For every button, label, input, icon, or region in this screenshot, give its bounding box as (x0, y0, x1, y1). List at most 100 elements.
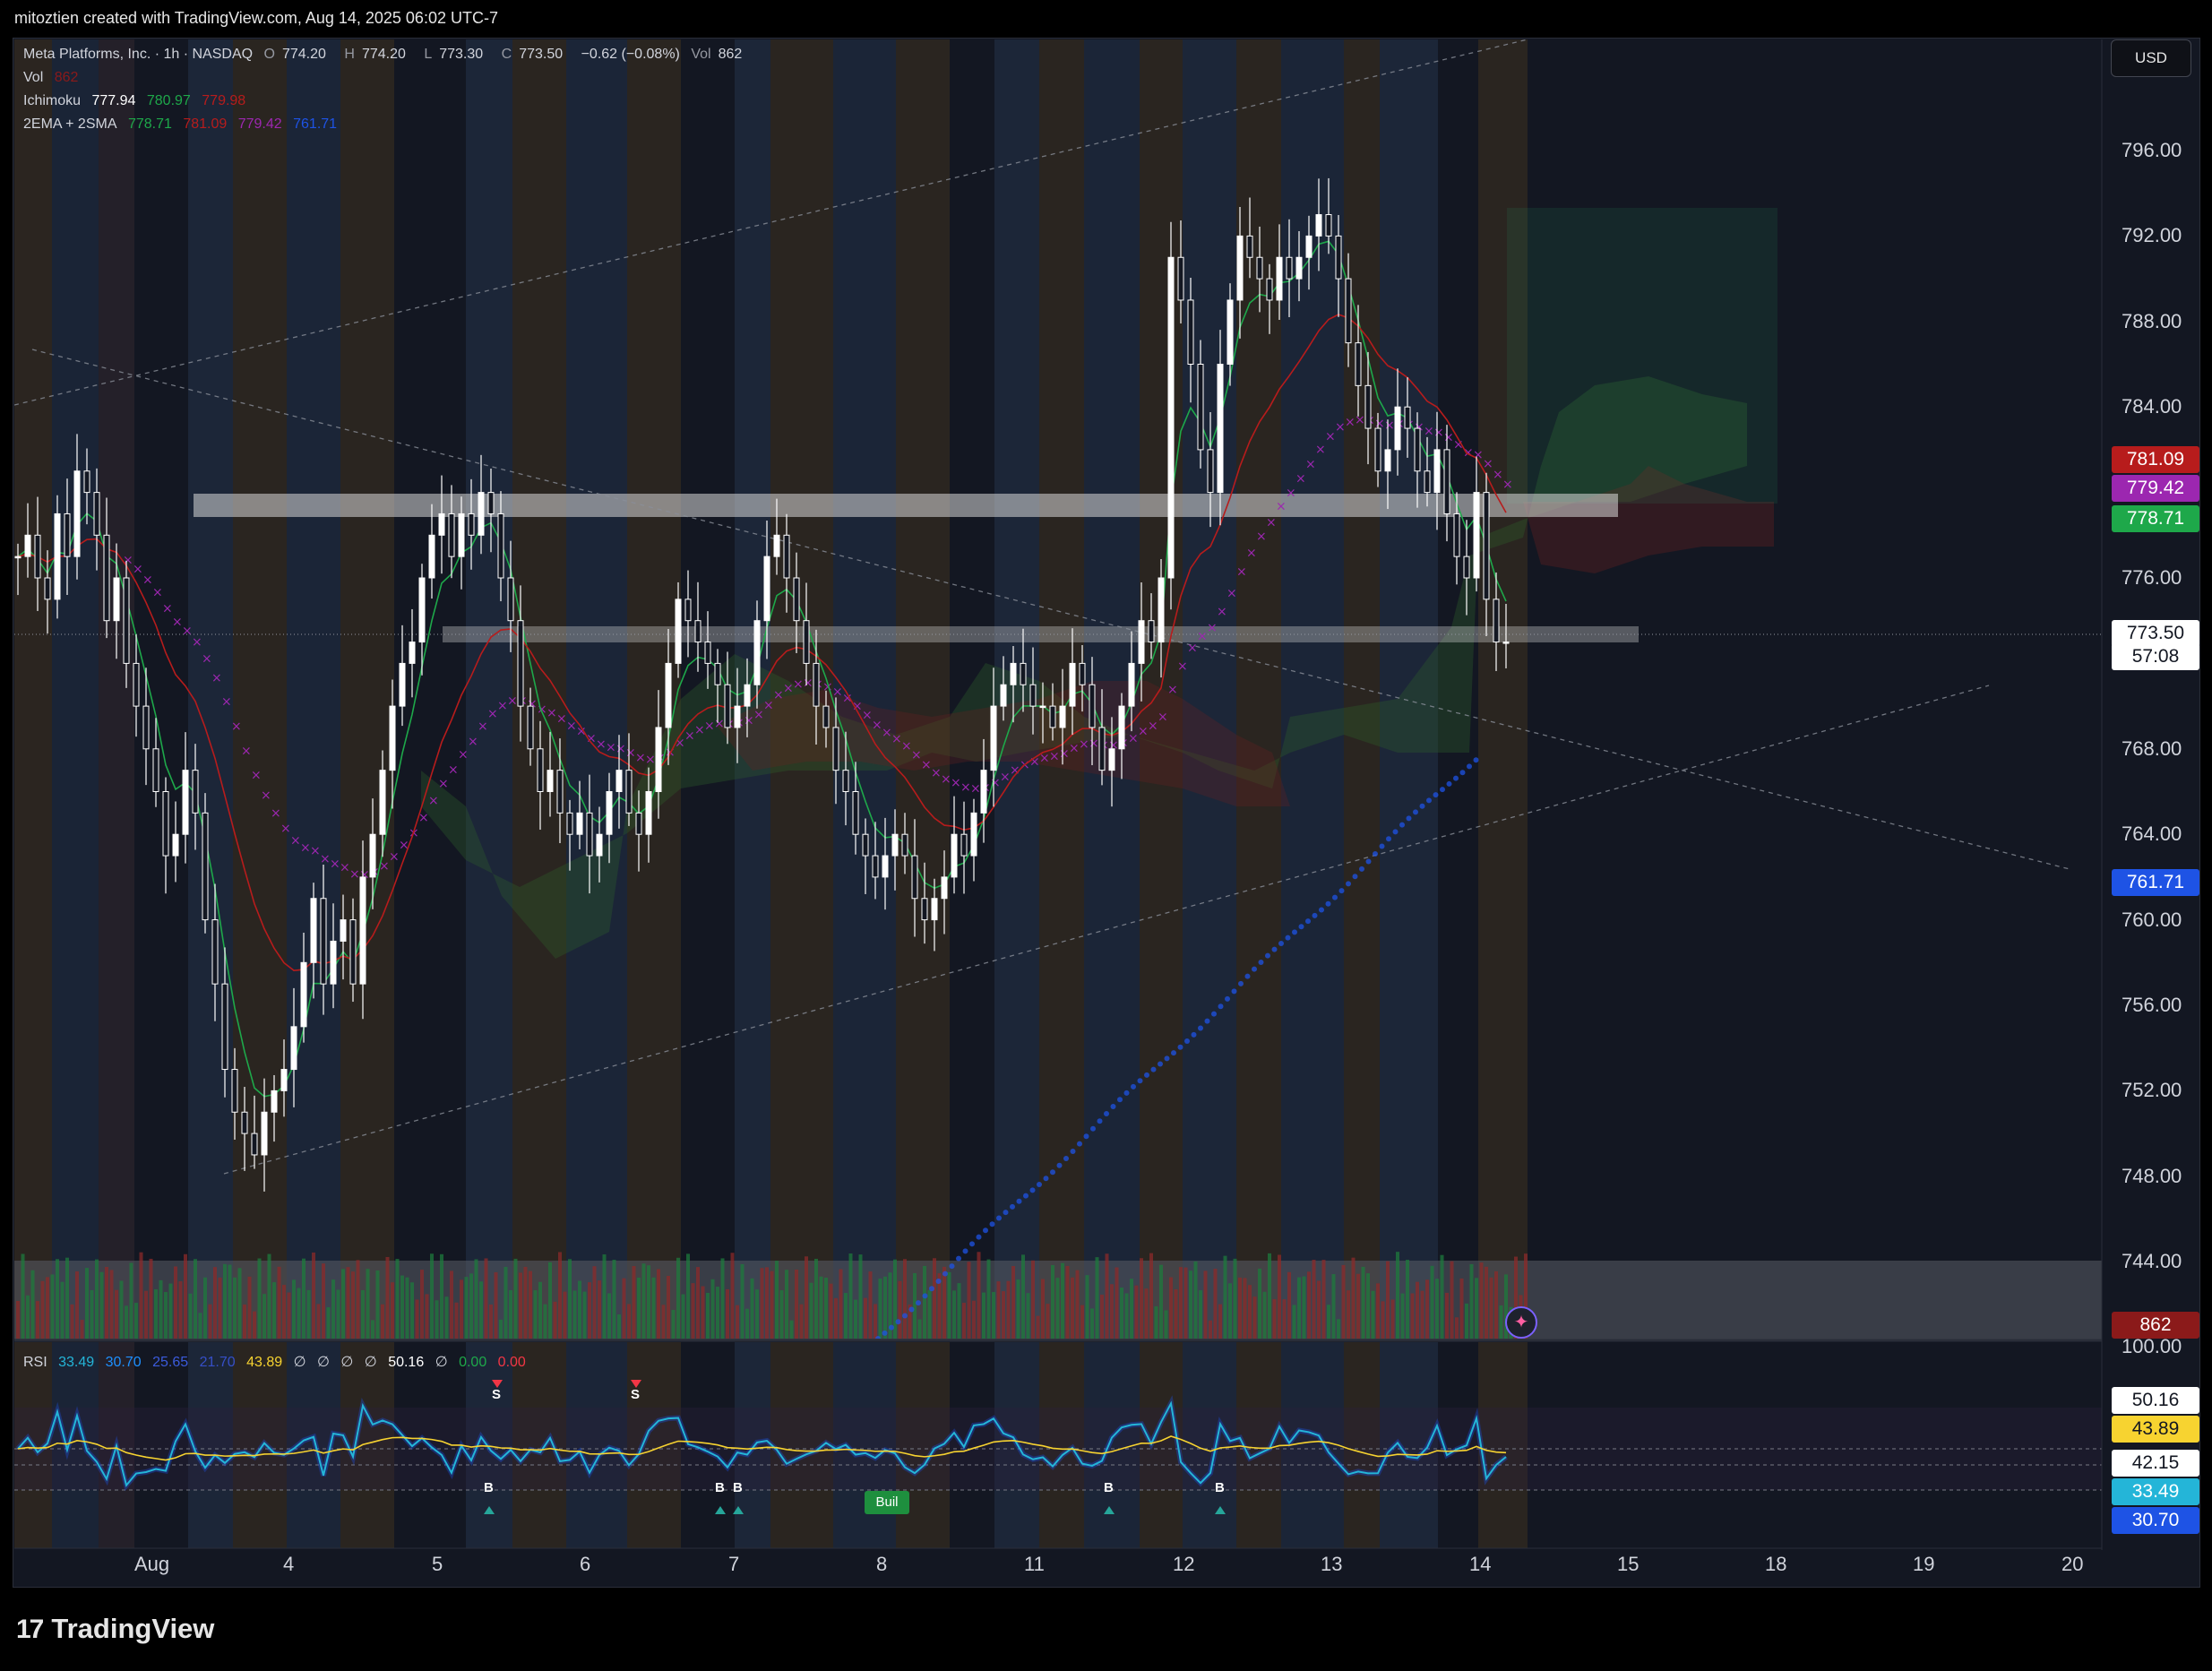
bullish-candle (280, 1069, 288, 1091)
bearish-candle (1355, 342, 1362, 386)
volume-bar (661, 1305, 666, 1339)
volume-bar (617, 1314, 621, 1339)
bearish-candle (625, 770, 633, 814)
price-tick: 796.00 (2122, 139, 2182, 161)
bullish-candle (941, 876, 948, 900)
bearish-candle (1483, 492, 1490, 600)
volume-bar (1347, 1290, 1350, 1339)
volume-bar (1278, 1254, 1281, 1339)
bearish-candle (103, 534, 110, 622)
sma-fast-marker: × (1187, 642, 1198, 656)
bearish-candle (497, 512, 504, 579)
bearish-candle (1020, 662, 1027, 685)
sma-slow-marker (1258, 959, 1264, 965)
volume-bar (1223, 1255, 1227, 1339)
sma-fast-marker: × (271, 806, 281, 821)
volume-bar (60, 1281, 65, 1339)
sma-fast-marker: × (389, 849, 400, 864)
volume-bar (1465, 1303, 1468, 1339)
sma-slow-marker (1459, 770, 1466, 776)
volume-bar (479, 1281, 483, 1339)
volume-bar (1297, 1277, 1301, 1339)
bearish-candle (872, 855, 879, 878)
volume-bar (582, 1291, 587, 1339)
volume-bar (400, 1275, 404, 1339)
volume-bar (356, 1260, 360, 1339)
bearish-candle (1443, 449, 1450, 514)
bullish-candle (300, 961, 307, 1028)
symbol-name[interactable]: Meta Platforms, Inc. · 1h · NASDAQ (23, 47, 253, 62)
bearish-candle (704, 642, 711, 664)
sell-signal: S (631, 1387, 641, 1402)
bearish-candle (320, 898, 327, 985)
bullish-candle (734, 705, 741, 728)
ema-sma-legend[interactable]: 2EMA + 2SMA 778.71 781.09 779.42 761.71 (23, 116, 344, 133)
time-tick: 11 (1024, 1553, 1045, 1575)
bullish-candle (359, 876, 366, 985)
volume-bar (947, 1271, 951, 1339)
volume-bar (848, 1253, 853, 1339)
sma-slow-marker (1158, 1061, 1163, 1067)
price-label: 779.42 (2112, 475, 2199, 502)
bearish-candle (714, 662, 721, 685)
bearish-candle (1089, 684, 1096, 728)
volume-bar (1494, 1270, 1498, 1339)
rsi-label: 42.15 (2112, 1450, 2199, 1477)
volume-bar (1430, 1265, 1434, 1339)
volume-bar (1406, 1260, 1409, 1339)
volume-bar (696, 1267, 700, 1339)
volume-bar (1445, 1292, 1449, 1339)
price-tick: 768.00 (2122, 736, 2182, 760)
sma-slow-marker (989, 1221, 995, 1227)
volume-bar (1085, 1275, 1089, 1339)
volume-bar (641, 1263, 646, 1339)
sma-fast-marker: × (1286, 486, 1296, 500)
time-tick: 7 (728, 1553, 740, 1575)
sma-fast-marker: × (951, 776, 961, 790)
volume-bar (464, 1277, 469, 1339)
sma-fast-marker: × (714, 717, 725, 731)
volume-bar (1183, 1267, 1188, 1339)
sma-slow-marker (1265, 952, 1270, 959)
volume-legend[interactable]: Vol 862 (23, 70, 85, 86)
ichimoku-legend[interactable]: Ichimoku 777.94 780.97 779.98 (23, 93, 253, 109)
volume-bar (986, 1259, 991, 1339)
sma-fast-marker: × (1167, 683, 1178, 697)
volume-bar (1021, 1254, 1025, 1339)
sma-fast-marker: × (202, 651, 212, 666)
bullish-candle (1118, 705, 1125, 750)
sma-slow-marker (962, 1248, 968, 1254)
bearish-candle (783, 534, 790, 579)
volume-bar (1396, 1252, 1399, 1339)
bearish-candle (862, 833, 869, 857)
volume-bar (651, 1277, 656, 1339)
session-band (99, 39, 134, 1339)
volume-bar (1327, 1305, 1330, 1339)
sma-slow-marker (1043, 1176, 1049, 1182)
bearish-candle (684, 599, 692, 622)
volume-bar (706, 1292, 710, 1339)
sma-fast-marker: × (862, 709, 873, 723)
bullish-candle (182, 770, 189, 835)
volume-bar (632, 1266, 636, 1339)
volume-bar (795, 1269, 798, 1339)
sparkle-icon[interactable]: ✦ (1505, 1306, 1537, 1339)
sma-fast-marker: × (182, 624, 193, 639)
chart-canvas[interactable]: ××××××××××××××××××× ×× × × × ×××××××××××××× × ×… (0, 0, 2212, 1671)
volume-bar (1243, 1278, 1247, 1339)
sma-fast-marker: × (1059, 746, 1070, 761)
volume-bar (115, 1289, 118, 1339)
volume-bar (391, 1282, 394, 1339)
volume-bar (237, 1268, 242, 1339)
volume-bar (1203, 1270, 1208, 1339)
currency-button[interactable]: USD (2111, 39, 2191, 77)
bearish-candle (901, 833, 908, 857)
sma-fast-marker: × (773, 688, 784, 702)
price-label: 778.71 (2112, 505, 2199, 532)
rsi-legend[interactable]: RSI 33.49 30.70 25.65 21.70 43.89 ∅ ∅ ∅ … (23, 1353, 533, 1371)
sma-fast-marker: × (1295, 472, 1306, 487)
sma-fast-marker: × (763, 698, 774, 712)
symbol-legend[interactable]: Meta Platforms, Inc. · 1h · NASDAQ O 774.… (23, 47, 756, 63)
volume-bar (80, 1320, 84, 1339)
volume-bar (1455, 1317, 1459, 1339)
